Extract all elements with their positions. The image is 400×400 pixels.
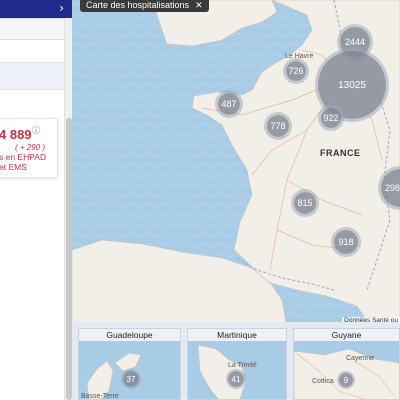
panel-scrollbar[interactable] bbox=[64, 18, 72, 400]
place-label-cottica: Cottica bbox=[312, 378, 334, 385]
inset-guadeloupe[interactable]: Guadeloupe 37 Basse-Terre bbox=[78, 328, 181, 400]
inset-guyane[interactable]: Guyane Cayenne Cottica 9 bbox=[293, 328, 400, 400]
cluster-marker[interactable]: 922 bbox=[318, 105, 344, 131]
cluster-marker[interactable]: 726 bbox=[283, 58, 309, 84]
inset-title: Martinique bbox=[188, 329, 286, 341]
side-panel: › 4 889 ⓘ ( + 290 ) s en EHPAD et EMS bbox=[0, 0, 72, 400]
inset-title: Guadeloupe bbox=[79, 329, 180, 341]
cluster-marker[interactable]: 778 bbox=[264, 112, 292, 140]
place-label-la-trinite: La Trinité bbox=[228, 362, 257, 369]
overseas-insets: Guadeloupe 37 Basse-Terre Martinique 41 … bbox=[72, 322, 400, 400]
side-panel-header: › bbox=[0, 0, 72, 18]
panel-row[interactable] bbox=[0, 62, 64, 90]
map-title-tab: Carte des hospitalisations ✕ bbox=[80, 0, 209, 12]
expand-chevron-icon[interactable]: › bbox=[59, 1, 64, 15]
inset-martinique[interactable]: Martinique 41 La Trinité bbox=[187, 328, 287, 400]
country-label-france: FRANCE bbox=[320, 148, 361, 158]
cluster-marker[interactable]: 41 bbox=[226, 369, 246, 389]
france-map[interactable]: Carte des hospitalisations ✕ Le Havre FRA… bbox=[72, 0, 400, 328]
inset-title: Guyane bbox=[294, 329, 399, 341]
stat-value: 4 889 bbox=[0, 127, 32, 142]
stat-label: et EMS bbox=[0, 162, 27, 172]
stat-delta: ( + 290 ) bbox=[15, 143, 46, 152]
ehpad-stat-card: 4 889 ⓘ ( + 290 ) s en EHPAD et EMS bbox=[0, 118, 58, 178]
stat-label: s en EHPAD bbox=[0, 152, 47, 162]
cluster-marker[interactable]: 37 bbox=[121, 369, 141, 389]
cluster-marker[interactable]: 9 bbox=[337, 371, 355, 389]
place-label-cayenne: Cayenne bbox=[346, 355, 375, 362]
cluster-marker[interactable]: 815 bbox=[291, 189, 319, 217]
close-icon[interactable]: ✕ bbox=[195, 0, 203, 10]
place-label-basse-terre: Basse-Terre bbox=[81, 393, 119, 400]
panel-row[interactable] bbox=[0, 18, 64, 40]
info-icon[interactable]: ⓘ bbox=[32, 125, 40, 136]
cluster-marker[interactable]: 918 bbox=[331, 227, 361, 257]
cluster-marker[interactable]: 487 bbox=[215, 90, 243, 118]
map-title: Carte des hospitalisations bbox=[86, 0, 190, 10]
